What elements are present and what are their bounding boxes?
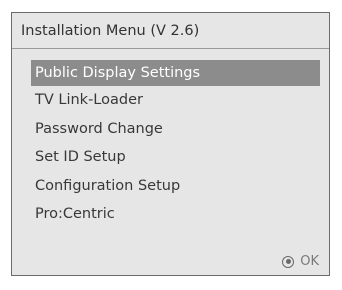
menu-item-password-change[interactable]: Password Change (31, 115, 320, 144)
menu-item-set-id-setup[interactable]: Set ID Setup (31, 143, 320, 172)
menu-title: Installation Menu (V 2.6) (12, 13, 329, 49)
menu-item-configuration-setup[interactable]: Configuration Setup (31, 172, 320, 201)
menu-item-tv-link-loader[interactable]: TV Link-Loader (31, 86, 320, 115)
ok-label: OK (300, 254, 319, 269)
installation-menu-window: Installation Menu (V 2.6) Public Display… (11, 12, 330, 276)
menu-list: Public Display Settings TV Link-Loader P… (31, 60, 320, 229)
menu-item-pro-centric[interactable]: Pro:Centric (31, 200, 320, 229)
menu-item-public-display-settings[interactable]: Public Display Settings (31, 60, 320, 86)
ok-button-icon (282, 255, 295, 268)
ok-hint[interactable]: OK (282, 254, 319, 269)
